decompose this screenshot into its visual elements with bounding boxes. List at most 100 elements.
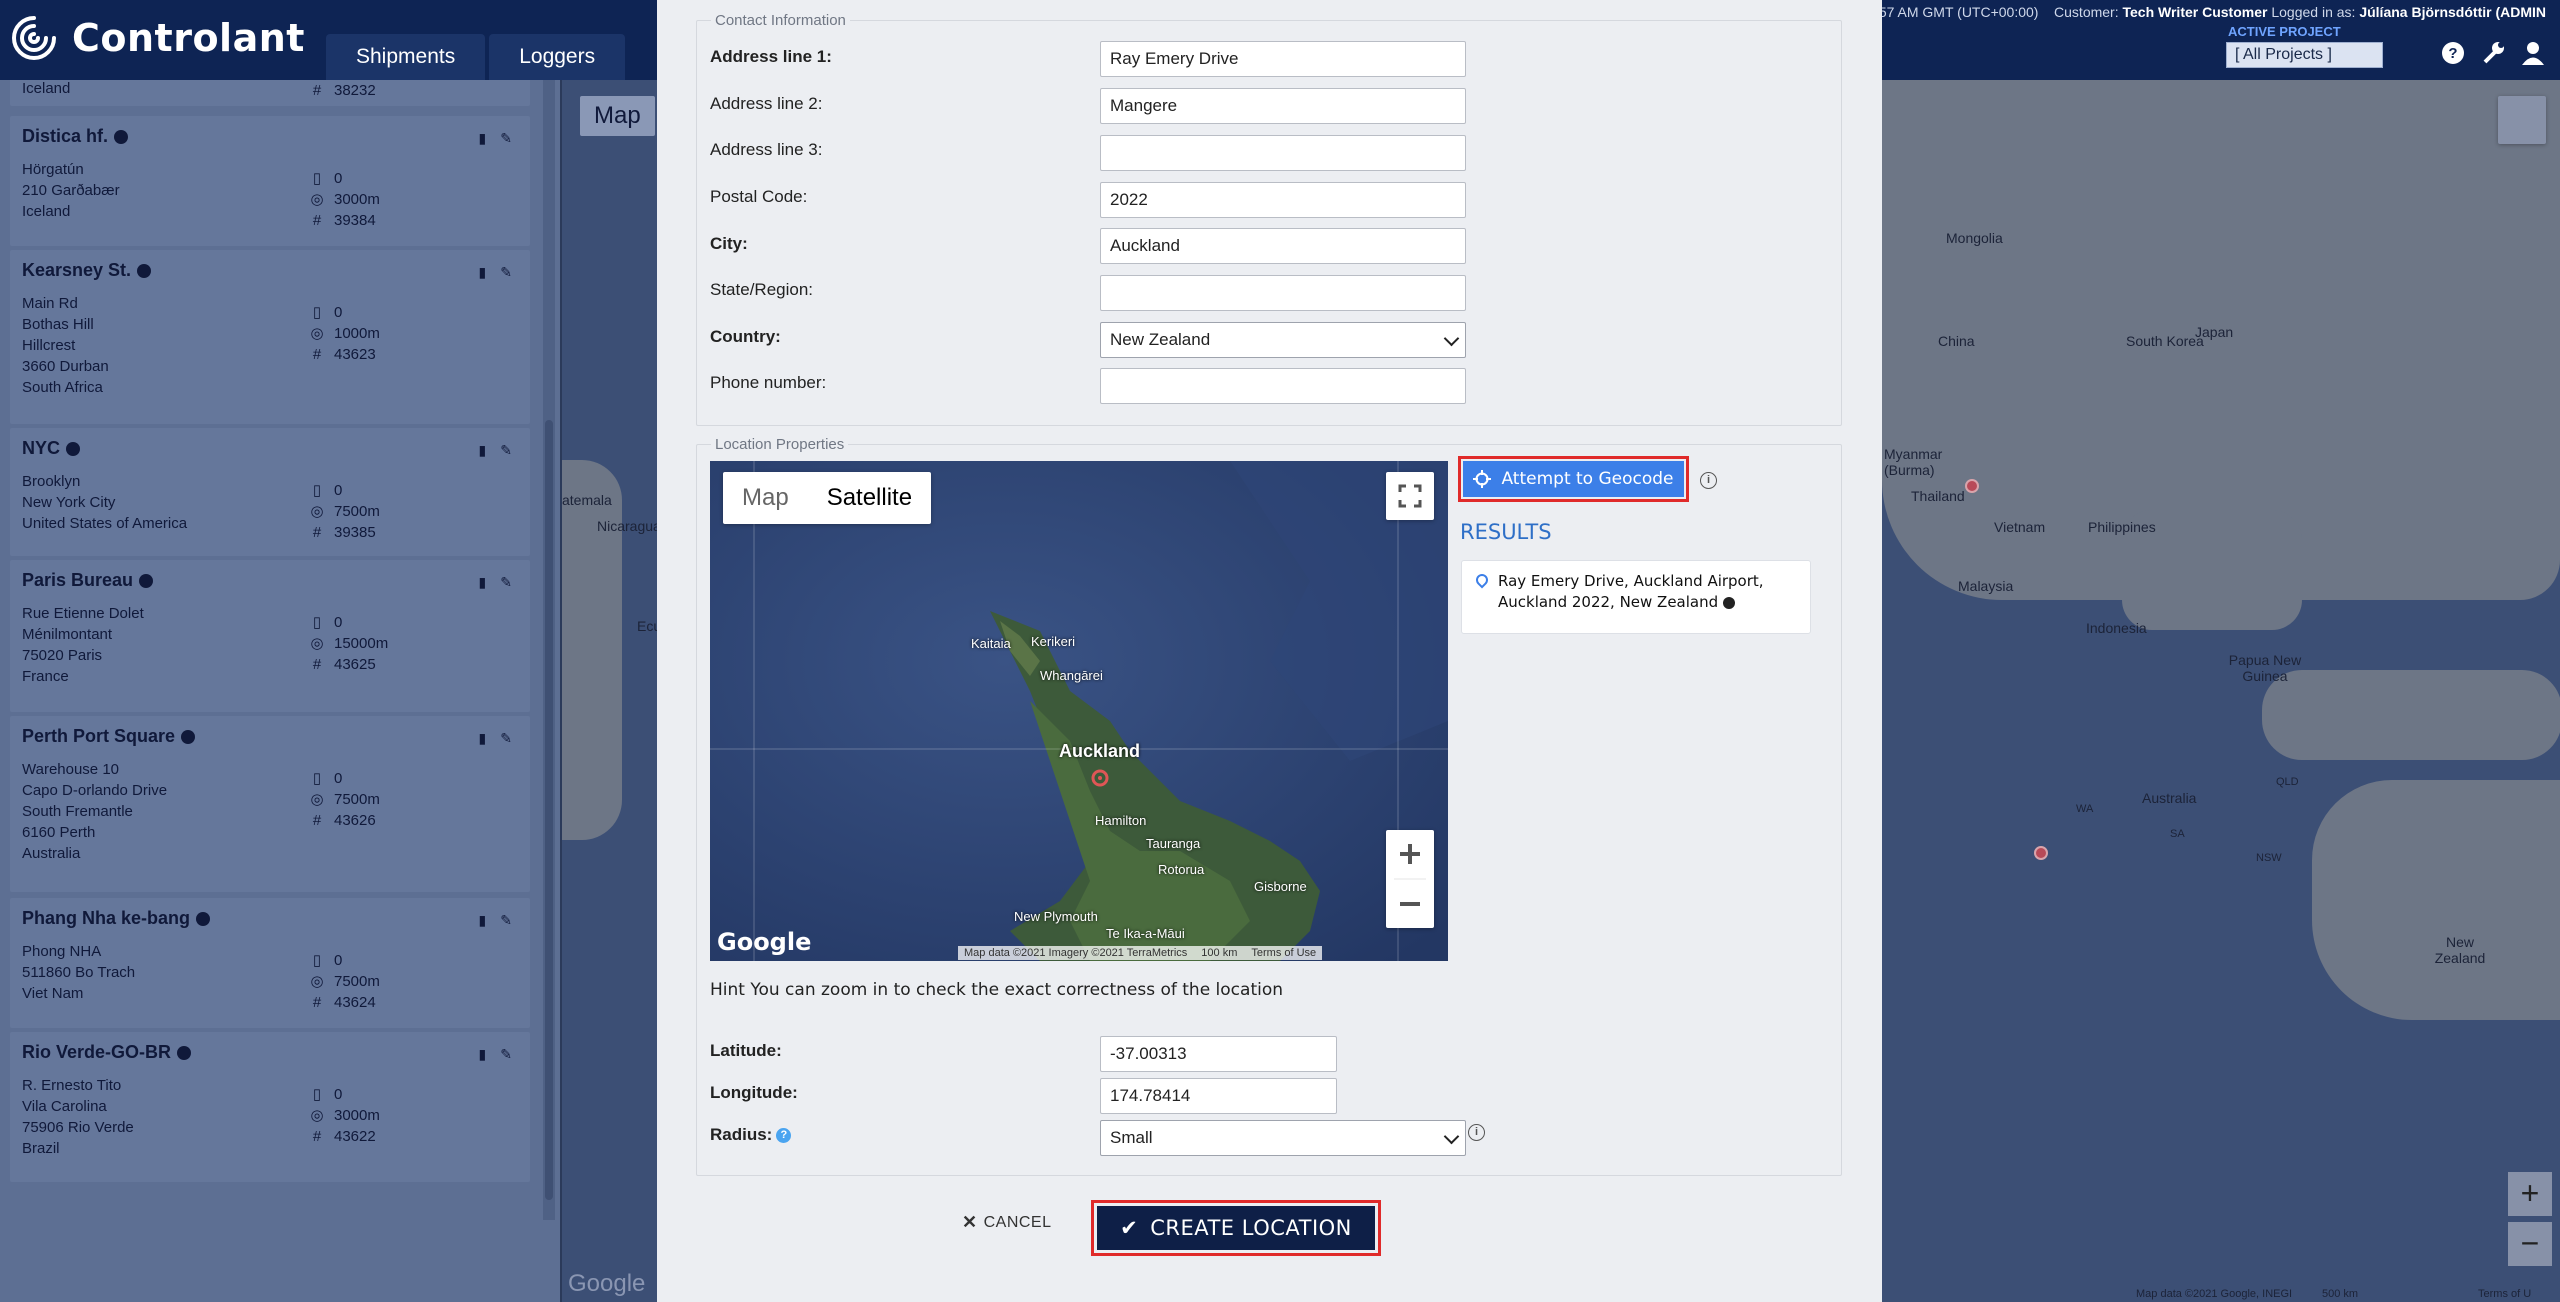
cancel-button[interactable]: ✕ CANCEL	[962, 1212, 1052, 1233]
trash-icon[interactable]: ▮	[479, 1046, 487, 1063]
zoom-in-icon[interactable]: +	[2508, 1172, 2552, 1216]
edit-icon[interactable]: ✎	[500, 442, 512, 459]
address-line2-input[interactable]: Mangere	[1100, 88, 1466, 124]
radius-info-icon[interactable]: i	[1468, 1124, 1485, 1141]
location-card[interactable]: Phang Nha ke-bang Phong NHA 511860 Bo Trac…	[10, 898, 530, 1028]
trash-icon[interactable]: ▮	[479, 130, 487, 147]
location-address-line: Hillcrest	[22, 337, 76, 354]
location-card[interactable]: Kearsney St. Main Rd Bothas Hill Hillcrest 3…	[10, 250, 530, 424]
edit-icon[interactable]: ✎	[500, 264, 512, 281]
location-address-line: Capo D-orlando Drive	[22, 782, 168, 799]
google-logo: Google	[568, 1270, 646, 1297]
americas-landmass	[562, 460, 622, 840]
location-card[interactable]: Rio Verde-GO-BR R. Ernesto Tito Vila Carol…	[10, 1032, 530, 1182]
header-customer-label: Customer:	[2054, 4, 2119, 20]
logger-icon: ▯	[312, 1086, 322, 1103]
location-radius: 15000m	[334, 635, 389, 652]
geocode-result-item[interactable]: Ray Emery Drive, Auckland Airport, Auckl…	[1461, 560, 1811, 634]
user-icon[interactable]	[2520, 40, 2546, 66]
bg-map-label: WA	[2076, 803, 2094, 815]
map-city-label: Kaitaia	[971, 636, 1011, 651]
phone-number-input[interactable]	[1100, 368, 1466, 404]
zoom-out-icon[interactable]: −	[2508, 1222, 2552, 1266]
edit-icon[interactable]: ✎	[500, 912, 512, 929]
location-card[interactable]: Perth Port Square Warehouse 10 Capo D-orla…	[10, 716, 530, 892]
location-card[interactable]: NYC Brooklyn New York City United States of…	[10, 428, 530, 556]
logger-icon: ▯	[312, 952, 322, 969]
geocode-button-highlight: Attempt to Geocode	[1458, 456, 1689, 502]
trash-icon[interactable]: ▮	[479, 264, 487, 281]
map-fullscreen-button[interactable]	[1386, 472, 1434, 520]
location-address-line: South Fremantle	[22, 803, 133, 820]
tab-shipments[interactable]: Shipments	[326, 34, 486, 80]
chevron-down-icon	[1443, 330, 1460, 347]
trash-icon[interactable]: ▮	[479, 574, 487, 591]
trash-icon[interactable]: ▮	[479, 730, 487, 747]
hash-icon: #	[312, 812, 322, 829]
location-card[interactable]: Paris Bureau Rue Etienne Dolet Ménilmontan…	[10, 560, 530, 712]
edit-icon[interactable]: ✎	[500, 1046, 512, 1063]
sidebar-scrollbar-thumb[interactable]	[545, 420, 553, 1200]
project-select[interactable]: [ All Projects ]	[2226, 42, 2383, 68]
bg-map-label: Papua New Guinea	[2228, 652, 2302, 684]
map-zoom-control	[1386, 830, 1434, 928]
tab-loggers[interactable]: Loggers	[489, 34, 626, 80]
bg-map-label: Indonesia	[2086, 620, 2147, 636]
map-type-satellite-button[interactable]: Satellite	[808, 472, 931, 524]
attempt-geocode-button[interactable]: Attempt to Geocode	[1463, 461, 1684, 497]
map-terms-link[interactable]: Terms of Use	[1251, 947, 1316, 959]
brand-logo[interactable]: Controlant	[8, 12, 305, 64]
fullscreen-icon[interactable]	[2498, 96, 2546, 144]
longitude-input[interactable]: 174.78414	[1100, 1078, 1337, 1114]
zoom-hint-text: Hint You can zoom in to check the exact …	[710, 980, 1284, 1000]
country-select[interactable]: New Zealand	[1100, 322, 1466, 358]
city-input[interactable]: Auckland	[1100, 228, 1466, 264]
logger-icon: ▯	[312, 770, 322, 787]
map-terms-link[interactable]: Terms of U	[2478, 1288, 2531, 1300]
geocode-map[interactable]	[710, 461, 1448, 961]
location-card[interactable]: Distica hf. Hörgatún 210 Garðabær Iceland ▯ 0…	[10, 116, 530, 246]
radius-select[interactable]: Small	[1100, 1120, 1466, 1156]
location-address-line: 3660 Durban	[22, 358, 109, 375]
latitude-input[interactable]: -37.00313	[1100, 1036, 1337, 1072]
trash-icon[interactable]: ▮	[479, 442, 487, 459]
location-marker[interactable]	[2034, 846, 2048, 860]
help-icon[interactable]: ?	[2440, 40, 2466, 66]
location-address-line: Hörgatún	[22, 161, 84, 178]
logger-icon: ▯	[312, 614, 322, 631]
edit-icon[interactable]: ✎	[500, 574, 512, 591]
zoom-in-icon	[1400, 844, 1420, 864]
location-marker[interactable]	[1965, 479, 1979, 493]
hash-icon: #	[312, 524, 322, 541]
map-toggle-button[interactable]: Map	[580, 96, 655, 136]
location-address-line: 210 Garðabær	[22, 182, 120, 199]
address-line3-input[interactable]	[1100, 135, 1466, 171]
location-id: 38232	[334, 82, 376, 99]
google-logo: Google	[717, 928, 812, 956]
location-logger-count: 0	[334, 770, 343, 787]
radius-icon: ◎	[310, 191, 324, 208]
location-pin-icon	[1473, 571, 1491, 589]
hash-icon: #	[312, 656, 322, 673]
location-card-partial[interactable]: Iceland #38232	[10, 80, 530, 106]
location-address-line: Viet Nam	[22, 985, 84, 1002]
location-logger-count: 0	[334, 614, 343, 631]
trash-icon[interactable]: ▮	[479, 912, 487, 929]
bg-map-label: South Korea	[2126, 333, 2204, 349]
globe-icon	[137, 263, 152, 278]
edit-icon[interactable]: ✎	[500, 730, 512, 747]
info-icon[interactable]: i	[1700, 472, 1717, 489]
edit-icon[interactable]: ✎	[500, 130, 512, 147]
postal-code-input[interactable]: 2022	[1100, 182, 1466, 218]
create-location-button[interactable]: ✔ CREATE LOCATION	[1097, 1206, 1375, 1250]
location-address-line: Warehouse 10	[22, 761, 120, 778]
hash-icon: #	[312, 994, 322, 1011]
help-icon[interactable]: ?	[776, 1128, 792, 1144]
address-line1-input[interactable]: Ray Emery Drive	[1100, 41, 1466, 77]
hash-icon: #	[312, 212, 322, 229]
location-address-line: Brazil	[22, 1140, 60, 1157]
map-type-map-button[interactable]: Map	[723, 472, 808, 524]
state-region-input[interactable]	[1100, 275, 1466, 311]
location-id: 39384	[334, 212, 376, 229]
wrench-icon[interactable]	[2480, 40, 2506, 66]
